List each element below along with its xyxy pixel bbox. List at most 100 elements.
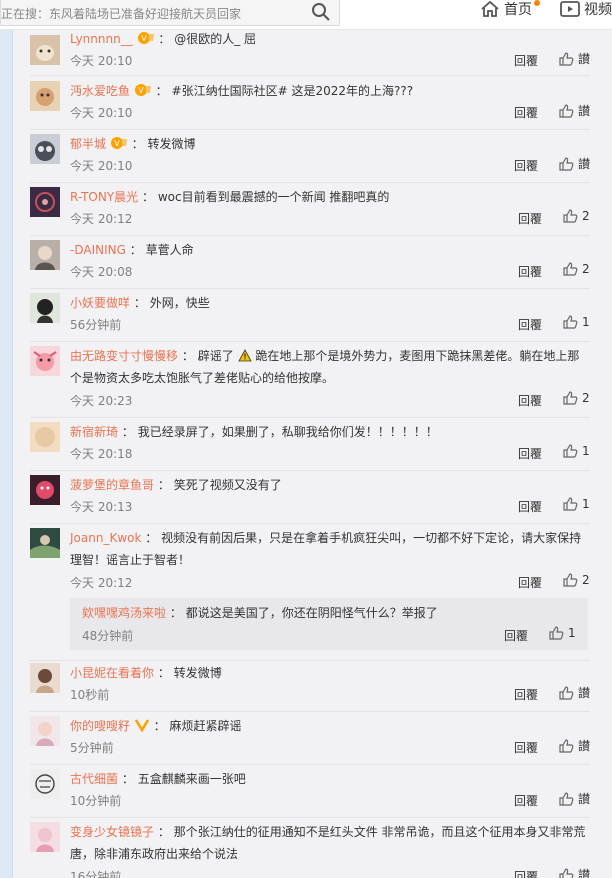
comment-content: 草菅人命 xyxy=(145,243,194,257)
reply-button[interactable]: 回覆 xyxy=(518,392,542,409)
reply-button[interactable]: 回覆 xyxy=(514,739,538,756)
like-count: 1 xyxy=(582,444,590,458)
like-button[interactable]: 1 xyxy=(548,625,576,641)
avatar[interactable] xyxy=(30,422,60,452)
like-count: 1 xyxy=(582,315,590,329)
like-button[interactable]: 1 xyxy=(562,496,590,512)
reply-button[interactable]: 回覆 xyxy=(514,157,538,174)
avatar[interactable] xyxy=(30,822,60,852)
search-icon[interactable] xyxy=(311,2,331,22)
avatar[interactable] xyxy=(30,187,60,217)
comment-content: 转发微博 xyxy=(173,666,222,680)
avatar[interactable] xyxy=(30,475,60,505)
separator: ： xyxy=(155,84,168,98)
separator: ： xyxy=(129,243,142,257)
search-input[interactable]: 正在搜：东风着陆场已准备好迎接航天员回家 xyxy=(0,0,340,26)
like-button[interactable]: 讃 xyxy=(558,102,590,119)
comment-text-block: 你的嗖嗖籽 ： 麻烦赶紧辟谣 xyxy=(70,715,590,737)
reply-button[interactable]: 回覆 xyxy=(518,498,542,515)
username-link[interactable]: Lynnnnn__ xyxy=(70,32,133,46)
like-count: 2 xyxy=(582,209,590,223)
username-link[interactable]: 菠萝堡的章鱼哥 xyxy=(70,478,154,492)
search-hot-text[interactable]: 正在搜：东风着陆场已准备好迎接航天员回家 xyxy=(1,5,241,22)
timestamp: 5分钟前 xyxy=(70,741,114,755)
avatar[interactable] xyxy=(30,663,60,693)
reply-button[interactable]: 回覆 xyxy=(514,792,538,809)
reply-button[interactable]: 回覆 xyxy=(518,316,542,333)
avatar[interactable] xyxy=(30,716,60,746)
thumbs-up-icon xyxy=(563,391,578,405)
like-button[interactable]: 讃 xyxy=(558,737,590,754)
timestamp: 今天 20:23 xyxy=(70,394,133,408)
reply-button[interactable]: 回覆 xyxy=(518,210,542,227)
avatar[interactable] xyxy=(30,293,60,323)
timestamp: 今天 20:12 xyxy=(70,212,133,226)
reply-button[interactable]: 回覆 xyxy=(518,574,542,591)
thumbs-up-icon xyxy=(559,685,574,700)
like-button[interactable]: 讃 xyxy=(558,866,590,878)
like-button[interactable]: 2 xyxy=(562,261,590,277)
reply-button[interactable]: 回覆 xyxy=(514,52,538,69)
username-link[interactable]: 小昆妮在看着你 xyxy=(70,666,154,680)
video-icon xyxy=(560,1,580,17)
username-link[interactable]: 由无路变寸寸慢慢移 xyxy=(70,349,178,363)
reply-button[interactable]: 回覆 xyxy=(514,686,538,703)
svg-text:V: V xyxy=(141,34,147,43)
like-button[interactable]: 讃 xyxy=(558,50,590,67)
like-button[interactable]: 2 xyxy=(562,572,590,588)
left-page-margin xyxy=(0,30,12,878)
timestamp: 今天 20:12 xyxy=(70,576,133,590)
like-button[interactable]: 1 xyxy=(562,443,590,459)
avatar[interactable] xyxy=(30,769,60,799)
like-button[interactable]: 讃 xyxy=(558,790,590,807)
like-count: 2 xyxy=(582,262,590,276)
reply-button[interactable]: 回覆 xyxy=(518,263,542,280)
like-button[interactable]: 1 xyxy=(562,314,590,330)
comment-text-block: 由无路变寸寸慢慢移 ： 辟谣了 跪在地上那个是境外势力，麦图用下跪抹黑差佬。躺在… xyxy=(70,345,590,389)
top-nav-bar: 正在搜：东风着陆场已准备好迎接航天员回家 首页 视频 xyxy=(0,0,612,30)
comment-item: 小妖要做咩 ： 外网，快些 56分钟前 回覆 1 xyxy=(30,292,590,342)
username-link[interactable]: 欸嘿嘿鸡汤来啦 xyxy=(82,606,166,620)
username-link[interactable]: 沔水爱吃鱼 xyxy=(70,84,130,98)
avatar[interactable] xyxy=(30,346,60,376)
reply-button[interactable]: 回覆 xyxy=(514,104,538,121)
sub-reply: 欸嘿嘿鸡汤来啦 ： 都说这是美国了，你还在阴阳怪气什么？举报了 48分钟前 回覆… xyxy=(70,598,588,650)
username-link[interactable]: 小妖要做咩 xyxy=(70,296,130,310)
sub-reply-text-block: 欸嘿嘿鸡汤来啦 ： 都说这是美国了，你还在阴阳怪气什么？举报了 xyxy=(82,603,438,623)
avatar[interactable] xyxy=(30,528,60,558)
like-count: 1 xyxy=(582,497,590,511)
avatar[interactable] xyxy=(30,240,60,270)
username-link[interactable]: R-TONY晨光 xyxy=(70,190,138,204)
comment-item: 沔水爱吃鱼 V ： #张江纳仕国际社区# 这是2022年的上海??? 今天 20… xyxy=(30,80,590,130)
reply-button[interactable]: 回覆 xyxy=(518,445,542,462)
username-link[interactable]: 古代细菌 xyxy=(70,772,118,786)
reply-button[interactable]: 回覆 xyxy=(514,868,538,878)
username-link[interactable]: 变身少女镜镜子 xyxy=(70,825,154,839)
username-link[interactable]: -DAINING xyxy=(70,243,126,257)
nav-video-link[interactable]: 视频 xyxy=(560,0,612,18)
like-button[interactable]: 2 xyxy=(562,390,590,406)
reply-button[interactable]: 回覆 xyxy=(504,627,528,644)
timestamp: 56分钟前 xyxy=(70,318,122,332)
comment-content-a: 辟谣了 xyxy=(197,349,234,363)
like-count: 1 xyxy=(568,626,576,640)
comment-item: R-TONY晨光 ： woc目前看到最震撼的一个新闻 推翻吧真的 今天 20:1… xyxy=(30,186,590,236)
thumbs-up-icon xyxy=(549,626,564,640)
avatar[interactable] xyxy=(30,134,60,164)
comment-text-block: 变身少女镜镜子 ： 那个张江纳仕的征用通知不是红头文件 非常吊诡，而且这个征用本… xyxy=(70,821,590,865)
like-button[interactable]: 讃 xyxy=(558,155,590,172)
sub-reply-content: 都说这是美国了，你还在阴阳怪气什么？举报了 xyxy=(185,606,438,620)
username-link[interactable]: 你的嗖嗖籽 xyxy=(70,719,130,733)
comment-item: 郁半城 V ： 转发微博 今天 20:10 回覆 讃 xyxy=(30,133,590,183)
comment-item: 新宿新琦 ： 我已经录屏了，如果删了，私聊我给你们发！！！！！！ 今天 20:1… xyxy=(30,421,590,471)
comment-content: 外网，快些 xyxy=(149,296,210,310)
username-link[interactable]: 郁半城 xyxy=(70,137,106,151)
username-link[interactable]: Joann_Kwok xyxy=(70,531,141,545)
avatar[interactable] xyxy=(30,35,60,65)
username-link[interactable]: 新宿新琦 xyxy=(70,425,118,439)
like-button[interactable]: 讃 xyxy=(558,684,590,701)
nav-home-link[interactable]: 首页 xyxy=(480,0,540,18)
comment-content: 笑死了视频又没有了 xyxy=(173,478,282,492)
like-button[interactable]: 2 xyxy=(562,208,590,224)
avatar[interactable] xyxy=(30,81,60,111)
